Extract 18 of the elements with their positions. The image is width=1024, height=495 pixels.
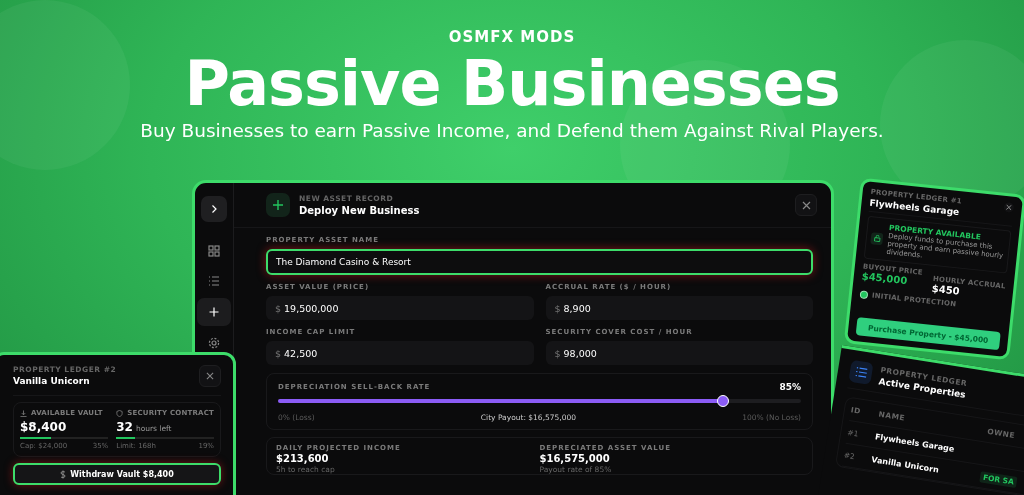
- page-title: Passive Businesses: [184, 48, 840, 120]
- panel-title: Deploy New Business: [299, 205, 421, 216]
- input-field[interactable]: $ 42,500: [266, 341, 534, 365]
- page-subtitle: Buy Businesses to earn Passive Income, and Defend them Against Rival Players.: [140, 120, 884, 141]
- stat-value: $8,400: [20, 420, 67, 434]
- asset-name-field[interactable]: The Diamond Casino & Resort: [266, 249, 813, 275]
- input-field[interactable]: $ 98,000: [545, 341, 813, 365]
- brand-logo: OSMFX MODS: [448, 28, 576, 46]
- summary-value: $16,575,000: [539, 453, 611, 464]
- stat-value: 32: [116, 420, 133, 434]
- withdraw-button[interactable]: Withdraw Vault $8,400: [13, 463, 221, 485]
- card-title: Vanilla Unicorn: [13, 376, 91, 386]
- summary-value: $213,600: [276, 453, 330, 464]
- table-cell-text: Flywheels Garage: [874, 431, 956, 456]
- slider-reading: 85%: [779, 382, 801, 392]
- input-field[interactable]: $ 19,500,000: [266, 296, 534, 320]
- table-cell-text: Vanilla Unicorn: [870, 454, 941, 477]
- input-field[interactable]: $ 8,900: [545, 296, 813, 320]
